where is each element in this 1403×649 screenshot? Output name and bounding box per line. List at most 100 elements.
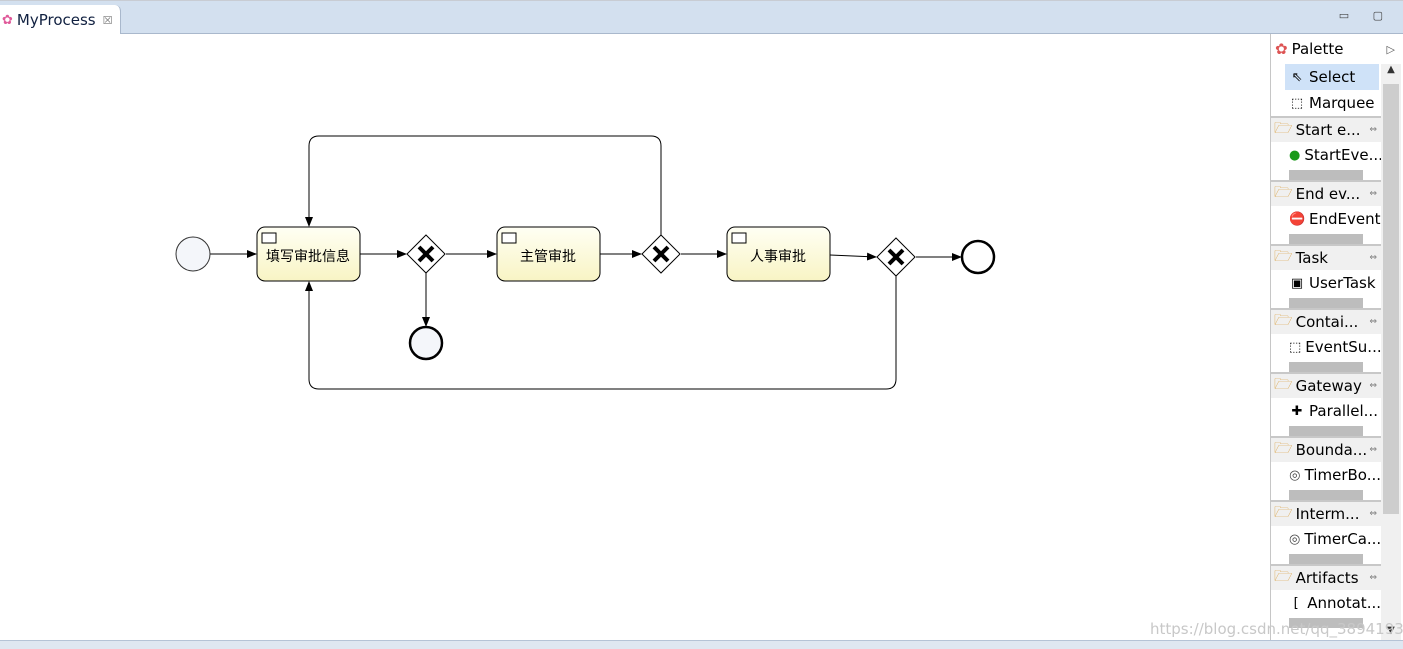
section-label: Artifacts — [1295, 569, 1359, 587]
section-header[interactable]: 🗁 Contai... ⇔ — [1271, 310, 1381, 334]
palette-icon: ✿ — [1275, 40, 1288, 58]
palette-section: 🗁 Start e... ⇔ ● StartEve... — [1271, 116, 1381, 180]
palette-scrollbar[interactable]: ▲ ▼ — [1381, 64, 1401, 640]
tool-label: Marquee — [1309, 94, 1375, 112]
window-buttons[interactable]: ▭ ▢ — [1339, 9, 1393, 22]
exclusive-gateway[interactable] — [876, 237, 916, 277]
section-header[interactable]: 🗁 Start e... ⇔ — [1271, 118, 1381, 142]
section-label: Gateway — [1295, 377, 1362, 395]
item-label: UserTask — [1309, 274, 1376, 292]
more-items-strip[interactable] — [1289, 170, 1363, 180]
folder-icon: 🗁 — [1274, 310, 1293, 329]
more-items-strip[interactable] — [1289, 362, 1363, 372]
folder-icon: 🗁 — [1274, 438, 1293, 457]
pin-icon[interactable]: ⇔ — [1369, 125, 1377, 135]
palette-section: 🗁 Interm... ⇔ ◎ TimerCa... — [1271, 500, 1381, 564]
watermark: https://blog.csdn.net/qq_38941937 — [1150, 620, 1403, 638]
folder-icon: 🗁 — [1274, 118, 1293, 137]
task-label: 主管审批 — [520, 249, 576, 265]
section-header[interactable]: 🗁 Task ⇔ — [1271, 246, 1381, 270]
section-label: End ev... — [1295, 185, 1361, 203]
tool-marquee[interactable]: ⬚ Marquee — [1271, 90, 1381, 116]
tab-label: MyProcess — [16, 11, 96, 29]
diagram-canvas[interactable]: 填写审批信息 主管审批 人事审批 — [0, 34, 1270, 640]
palette-item[interactable]: ✚ Parallel... — [1271, 398, 1381, 424]
section-label: Start e... — [1295, 121, 1361, 139]
palette-section: 🗁 Bounda... ⇔ ◎ TimerBo... — [1271, 436, 1381, 500]
palette-item[interactable]: ⛔ EndEvent — [1271, 206, 1381, 232]
more-items-strip[interactable] — [1289, 298, 1363, 308]
section-header[interactable]: 🗁 Artifacts ⇔ — [1271, 566, 1381, 590]
exclusive-gateway[interactable] — [641, 234, 681, 274]
pin-icon[interactable]: ⇔ — [1369, 381, 1377, 391]
task-1[interactable]: 填写审批信息 — [256, 226, 361, 282]
user-task-icon — [501, 232, 517, 244]
user-task-icon: ▣ — [1290, 275, 1304, 291]
section-header[interactable]: 🗁 Bounda... ⇔ — [1271, 438, 1381, 462]
palette: ✿ Palette ▷ ⇖ Select ⬚ Marquee 🗁 Start e...… — [1270, 34, 1403, 640]
palette-item[interactable]: ⬚ EventSu... — [1271, 334, 1381, 360]
parallel-gateway-icon: ✚ — [1291, 403, 1303, 419]
bottom-bar — [0, 640, 1403, 649]
pin-icon[interactable]: ⇔ — [1369, 573, 1377, 583]
scroll-up-icon[interactable]: ▲ — [1381, 64, 1401, 75]
palette-title: Palette — [1291, 40, 1344, 58]
marquee-icon: ⬚ — [1290, 95, 1304, 111]
flow-loop-bottom[interactable] — [305, 276, 897, 390]
more-items-strip[interactable] — [1289, 426, 1363, 436]
section-header[interactable]: 🗁 Interm... ⇔ — [1271, 502, 1381, 526]
palette-item[interactable]: ● StartEve... — [1271, 142, 1381, 168]
end-event[interactable] — [408, 325, 444, 361]
timer-icon: ◎ — [1289, 531, 1301, 547]
palette-header[interactable]: ✿ Palette ▷ — [1271, 34, 1403, 64]
task-label: 填写审批信息 — [266, 248, 350, 265]
task-2[interactable]: 主管审批 — [496, 226, 601, 282]
timer-icon: ◎ — [1289, 467, 1301, 483]
task-3[interactable]: 人事审批 — [726, 226, 831, 282]
item-label: EventSu... — [1305, 338, 1381, 356]
pin-icon[interactable]: ⇔ — [1369, 253, 1377, 263]
item-label: StartEve... — [1304, 146, 1381, 164]
section-label: Bounda... — [1295, 441, 1368, 459]
start-event[interactable] — [175, 236, 211, 272]
end-event[interactable] — [960, 239, 996, 275]
pin-icon[interactable]: ⇔ — [1369, 509, 1377, 519]
palette-section: 🗁 Artifacts ⇔ [Annotat... — [1271, 564, 1381, 628]
folder-icon: 🗁 — [1274, 502, 1293, 521]
editor-tabbar: ✿ MyProcess ☒ ▭ ▢ — [0, 0, 1403, 35]
palette-item[interactable]: ▣ UserTask — [1271, 270, 1381, 296]
annotation-icon: [ — [1293, 595, 1299, 611]
palette-item[interactable]: ◎ TimerBo... — [1271, 462, 1381, 488]
red-circle-icon: ⛔ — [1289, 211, 1306, 227]
dashed-box-icon: ⬚ — [1289, 339, 1302, 355]
section-label: Contai... — [1295, 313, 1359, 331]
more-items-strip[interactable] — [1289, 554, 1363, 564]
palette-section: 🗁 Task ⇔ ▣ UserTask — [1271, 244, 1381, 308]
palette-section: 🗁 End ev... ⇔ ⛔ EndEvent — [1271, 180, 1381, 244]
tool-select[interactable]: ⇖ Select — [1285, 64, 1379, 90]
palette-section: 🗁 Contai... ⇔ ⬚ EventSu... — [1271, 308, 1381, 372]
user-task-icon — [261, 232, 277, 244]
flow[interactable] — [829, 252, 877, 261]
section-label: Task — [1295, 249, 1328, 267]
palette-item[interactable]: [Annotat... — [1271, 590, 1381, 616]
exclusive-gateway[interactable] — [406, 234, 446, 274]
close-icon[interactable]: ☒ — [103, 14, 113, 27]
scrollbar-thumb[interactable] — [1383, 84, 1399, 514]
palette-section: 🗁 Gateway ⇔ ✚ Parallel... — [1271, 372, 1381, 436]
folder-icon: 🗁 — [1274, 182, 1293, 201]
palette-item[interactable]: ◎ TimerCa... — [1271, 526, 1381, 552]
section-header[interactable]: 🗁 Gateway ⇔ — [1271, 374, 1381, 398]
flow-loop-top[interactable] — [305, 135, 662, 235]
collapse-palette-icon[interactable]: ▷ — [1387, 43, 1395, 56]
tab-myprocess[interactable]: ✿ MyProcess ☒ — [0, 5, 121, 35]
folder-icon: 🗁 — [1274, 246, 1293, 265]
pin-icon[interactable]: ⇔ — [1369, 189, 1377, 199]
more-items-strip[interactable] — [1289, 490, 1363, 500]
green-circle-icon: ● — [1289, 147, 1301, 163]
more-items-strip[interactable] — [1289, 234, 1363, 244]
section-header[interactable]: 🗁 End ev... ⇔ — [1271, 182, 1381, 206]
pin-icon[interactable]: ⇔ — [1369, 445, 1377, 455]
pin-icon[interactable]: ⇔ — [1369, 317, 1377, 327]
section-label: Interm... — [1295, 505, 1360, 523]
